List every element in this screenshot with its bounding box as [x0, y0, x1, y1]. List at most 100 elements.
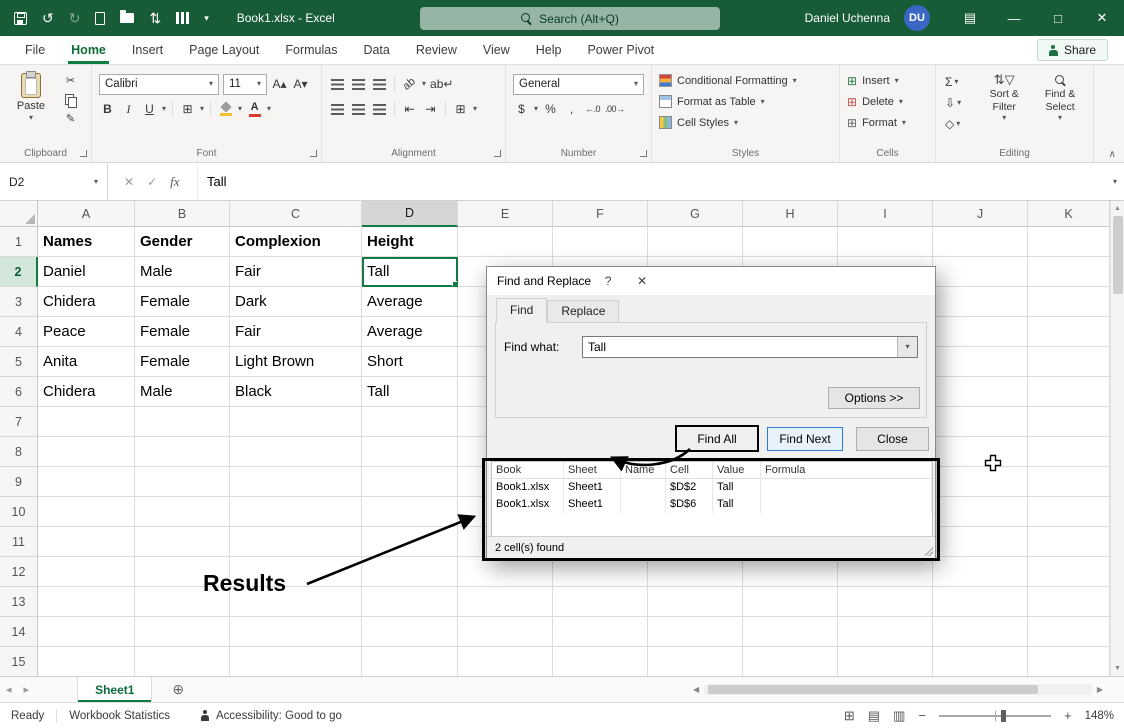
cell-K10[interactable] [1028, 497, 1110, 527]
scroll-right-icon[interactable]: ▶ [1092, 685, 1108, 694]
align-bottom-icon[interactable] [371, 75, 388, 94]
cell-K3[interactable] [1028, 287, 1110, 317]
cell-G15[interactable] [648, 647, 743, 676]
cell-E15[interactable] [458, 647, 553, 676]
enter-icon[interactable]: ✓ [147, 175, 157, 189]
font-name-select[interactable]: Calibri ▾ [99, 74, 219, 95]
zoom-in-icon[interactable]: + [1064, 708, 1072, 723]
sort-filter-button[interactable]: ⇅▽ Sort & Filter ▾ [978, 70, 1030, 133]
cell-I1[interactable] [838, 227, 933, 257]
add-sheet-button[interactable]: ⊕ [172, 681, 184, 698]
row-header-14[interactable]: 14 [0, 617, 38, 647]
cell-G12[interactable] [648, 557, 743, 587]
cell-A4[interactable]: Peace [38, 317, 135, 347]
copy-button[interactable] [62, 93, 79, 108]
ribbon-tab-file[interactable]: File [12, 36, 58, 64]
find-what-input[interactable]: Tall ▾ [582, 336, 918, 358]
cut-icon[interactable]: ✂ [62, 74, 79, 89]
cell-E1[interactable] [458, 227, 553, 257]
cell-B6[interactable]: Male [135, 377, 230, 407]
cell-A9[interactable] [38, 467, 135, 497]
avatar[interactable]: DU [904, 5, 930, 31]
row-header-12[interactable]: 12 [0, 557, 38, 587]
cell-A15[interactable] [38, 647, 135, 676]
ribbon-tab-power-pivot[interactable]: Power Pivot [574, 36, 667, 64]
scroll-down-icon[interactable]: ▼ [1114, 661, 1121, 676]
font-size-select[interactable]: 11 ▾ [223, 74, 267, 95]
cell-G1[interactable] [648, 227, 743, 257]
dialog-tab-find[interactable]: Find [496, 298, 547, 323]
page-break-view-icon[interactable]: ▥ [893, 708, 905, 724]
cell-H1[interactable] [743, 227, 838, 257]
resize-grip[interactable] [923, 546, 933, 556]
cell-H12[interactable] [743, 557, 838, 587]
cell-B9[interactable] [135, 467, 230, 497]
column-header-D[interactable]: D [362, 201, 458, 227]
cell-G14[interactable] [648, 617, 743, 647]
number-format-select[interactable]: General ▾ [513, 74, 644, 95]
column-header-G[interactable]: G [648, 201, 743, 227]
cell-K7[interactable] [1028, 407, 1110, 437]
font-color-button[interactable]: A [246, 100, 263, 119]
column-header-A[interactable]: A [38, 201, 135, 227]
cell-J3[interactable] [933, 287, 1028, 317]
close-button[interactable]: Close [856, 427, 929, 451]
minimize-button[interactable]: — [992, 0, 1036, 36]
cell-G13[interactable] [648, 587, 743, 617]
ribbon-tab-formulas[interactable]: Formulas [272, 36, 350, 64]
cell-D2[interactable]: Tall [362, 257, 458, 287]
zoom-slider[interactable] [939, 715, 1051, 717]
cell-C5[interactable]: Light Brown [230, 347, 362, 377]
underline-icon[interactable]: U [141, 100, 158, 119]
cell-J14[interactable] [933, 617, 1028, 647]
accessibility-status[interactable]: Accessibility: Good to go [216, 710, 342, 722]
name-box[interactable]: D2 ▾ [0, 163, 108, 200]
cell-E13[interactable] [458, 587, 553, 617]
merge-center-icon[interactable]: ⊞ [452, 100, 469, 119]
column-header-F[interactable]: F [553, 201, 648, 227]
search-box[interactable]: Search (Alt+Q) [420, 7, 720, 30]
cell-H14[interactable] [743, 617, 838, 647]
wrap-text-icon[interactable]: ab↵ [430, 75, 453, 94]
cell-styles-button[interactable]: Cell Styles ▾ [659, 112, 832, 133]
cell-C14[interactable] [230, 617, 362, 647]
cell-C7[interactable] [230, 407, 362, 437]
cell-H15[interactable] [743, 647, 838, 676]
ribbon-display-options-icon[interactable]: ▤ [948, 0, 992, 36]
cancel-icon[interactable]: ✕ [124, 175, 134, 189]
cell-C8[interactable] [230, 437, 362, 467]
cell-A12[interactable] [38, 557, 135, 587]
cell-C10[interactable] [230, 497, 362, 527]
column-header-K[interactable]: K [1028, 201, 1110, 227]
horizontal-scrollbar[interactable]: ◀ ▶ [688, 677, 1108, 702]
bold-icon[interactable]: B [99, 100, 116, 119]
sheet-tab-sheet1[interactable]: Sheet1 [77, 677, 152, 702]
decrease-font-size-icon[interactable]: A▾ [292, 75, 309, 94]
accounting-format-icon[interactable]: $ [513, 100, 530, 119]
row-header-3[interactable]: 3 [0, 287, 38, 317]
format-painter-icon[interactable]: ✎ [62, 112, 79, 127]
clear-button[interactable]: ◇▾ [943, 114, 974, 133]
cell-D9[interactable] [362, 467, 458, 497]
cell-A5[interactable]: Anita [38, 347, 135, 377]
cell-K8[interactable] [1028, 437, 1110, 467]
cell-I12[interactable] [838, 557, 933, 587]
ribbon-tab-home[interactable]: Home [58, 36, 119, 64]
zoom-out-icon[interactable]: − [918, 708, 926, 723]
user-name[interactable]: Daniel Uchenna [805, 11, 890, 25]
cell-B10[interactable] [135, 497, 230, 527]
hscroll-thumb[interactable] [708, 685, 1038, 694]
increase-decimal-icon[interactable]: ←.0 [584, 100, 601, 119]
decrease-indent-icon[interactable]: ⇤ [401, 100, 418, 119]
cell-K1[interactable] [1028, 227, 1110, 257]
cell-J5[interactable] [933, 347, 1028, 377]
row-header-13[interactable]: 13 [0, 587, 38, 617]
cell-A1[interactable]: Names [38, 227, 135, 257]
collapse-ribbon-icon[interactable]: ∧ [1109, 149, 1116, 160]
row-header-1[interactable]: 1 [0, 227, 38, 257]
window-close-button[interactable]: ✕ [1080, 0, 1124, 36]
cell-D1[interactable]: Height [362, 227, 458, 257]
find-next-button[interactable]: Find Next [767, 427, 843, 451]
cell-D15[interactable] [362, 647, 458, 676]
cell-J13[interactable] [933, 587, 1028, 617]
